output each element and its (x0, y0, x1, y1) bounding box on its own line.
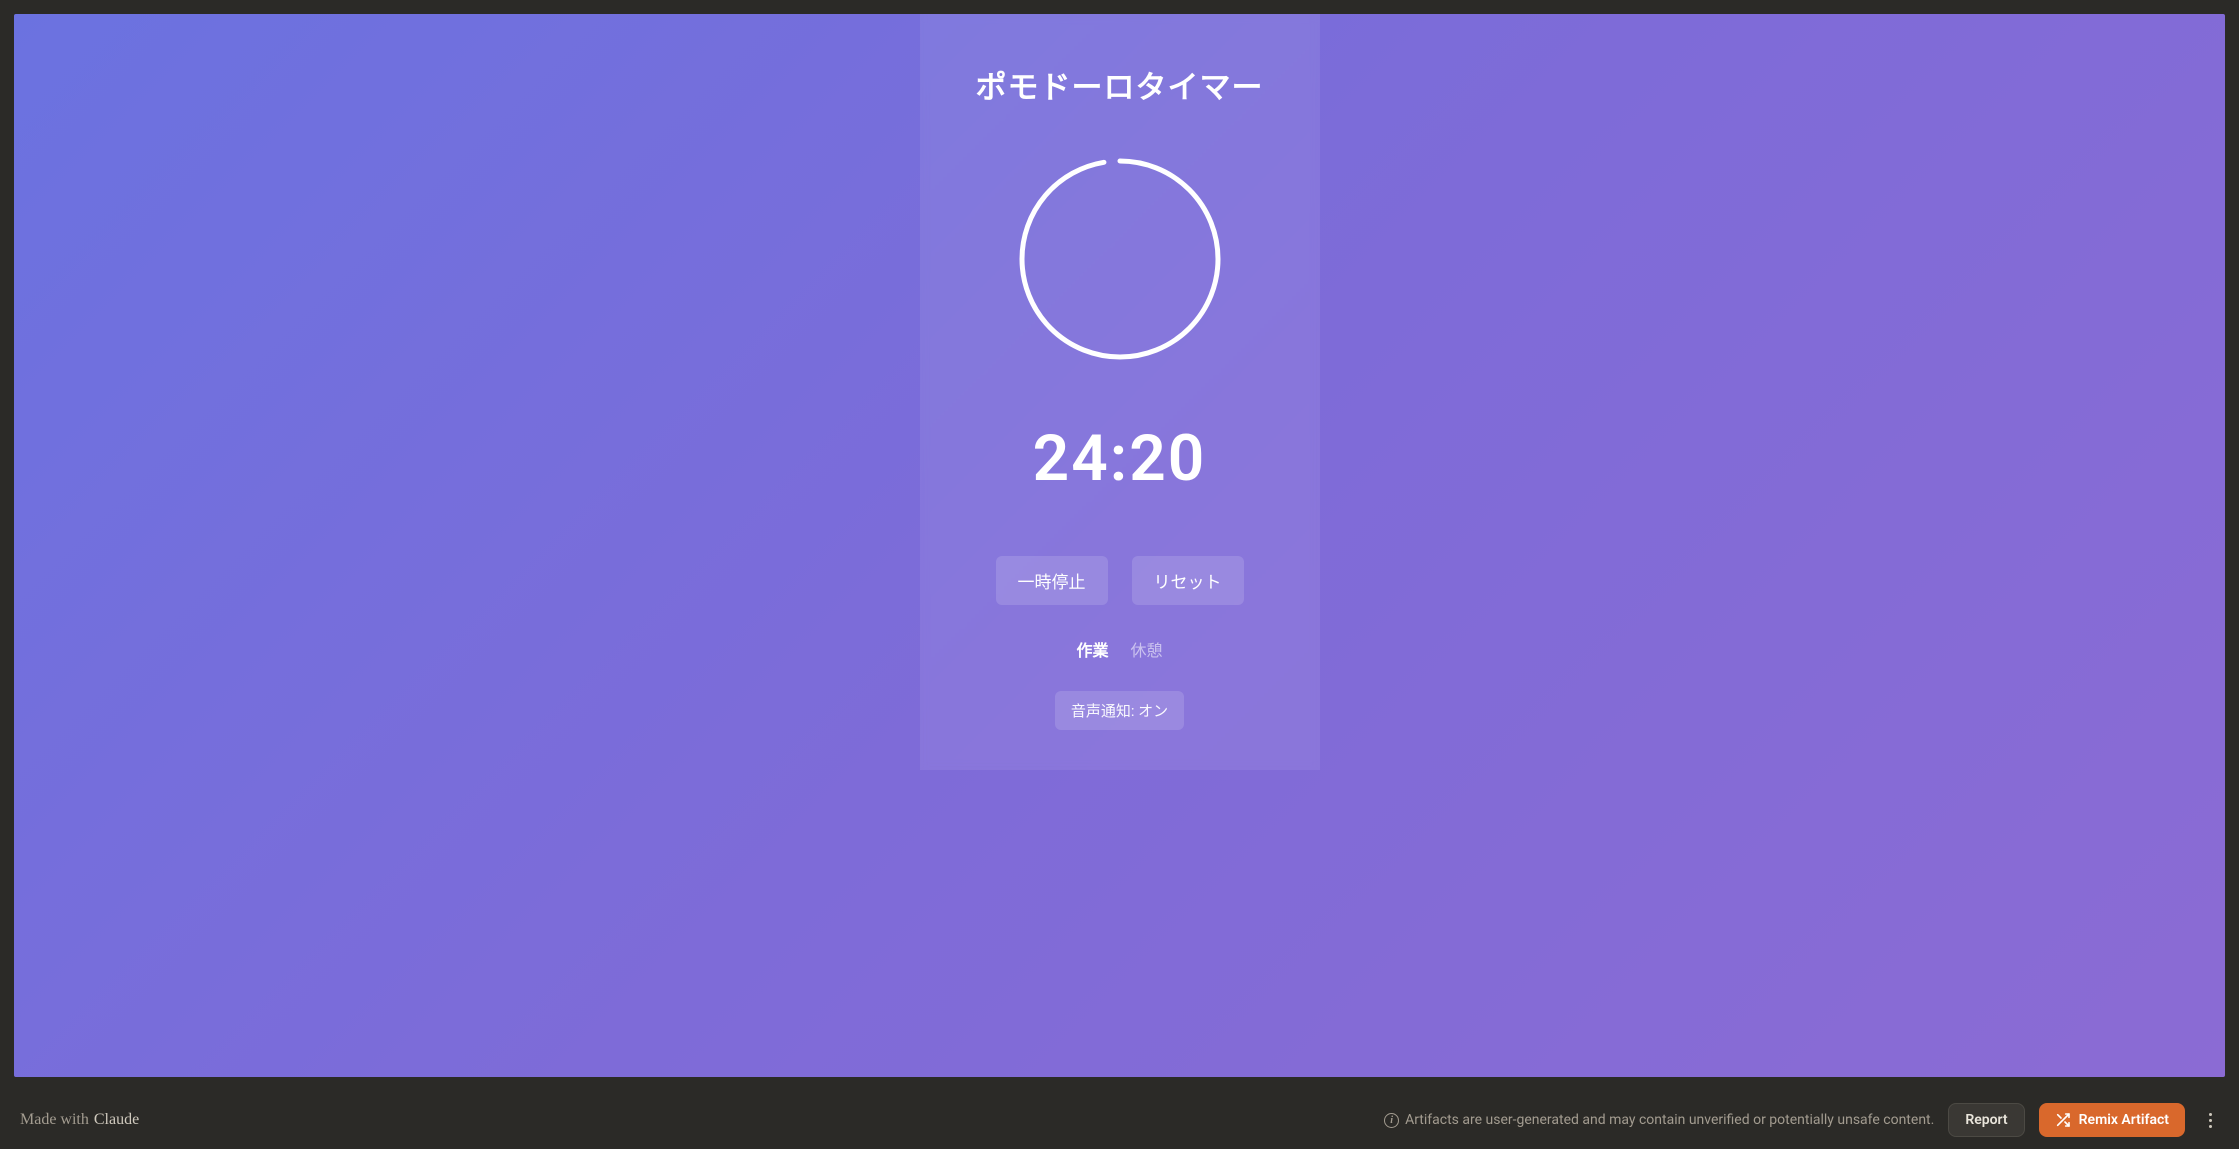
time-display: 24:20 (1033, 421, 1207, 496)
artifact-viewport[interactable]: ポモドーロタイマー 24:20 一時停止 リセット 作業 休憩 音声通知: オン (14, 14, 2225, 1077)
more-menu-button[interactable] (2199, 1107, 2221, 1134)
report-button[interactable]: Report (1948, 1103, 2024, 1137)
made-with-brand: Claude (94, 1111, 139, 1129)
mode-break[interactable]: 休憩 (1131, 637, 1163, 661)
made-with-prefix: Made with (20, 1111, 89, 1129)
shuffle-icon (2055, 1112, 2071, 1128)
footer-bar: Made with Claude i Artifacts are user-ge… (0, 1091, 2239, 1149)
mode-work[interactable]: 作業 (1076, 637, 1108, 661)
sound-toggle-button[interactable]: 音声通知: オン (1055, 691, 1184, 730)
pause-button[interactable]: 一時停止 (996, 556, 1108, 605)
progress-ring (1016, 155, 1224, 363)
progress-arc (1022, 161, 1218, 357)
mode-row: 作業 休憩 (1076, 637, 1162, 661)
outer-frame: ポモドーロタイマー 24:20 一時停止 リセット 作業 休憩 音声通知: オン (0, 0, 2239, 1091)
pomodoro-card: ポモドーロタイマー 24:20 一時停止 リセット 作業 休憩 音声通知: オン (920, 14, 1320, 770)
warning-text: Artifacts are user-generated and may con… (1405, 1112, 1934, 1128)
info-icon: i (1384, 1113, 1399, 1128)
reset-button[interactable]: リセット (1132, 556, 1244, 605)
app-title: ポモドーロタイマー (976, 62, 1264, 107)
remix-label: Remix Artifact (2079, 1112, 2169, 1128)
made-with-claude[interactable]: Made with Claude (20, 1111, 139, 1129)
control-button-row: 一時停止 リセット (996, 556, 1244, 605)
remix-button[interactable]: Remix Artifact (2039, 1103, 2185, 1137)
warning-row: i Artifacts are user-generated and may c… (1384, 1112, 1934, 1128)
